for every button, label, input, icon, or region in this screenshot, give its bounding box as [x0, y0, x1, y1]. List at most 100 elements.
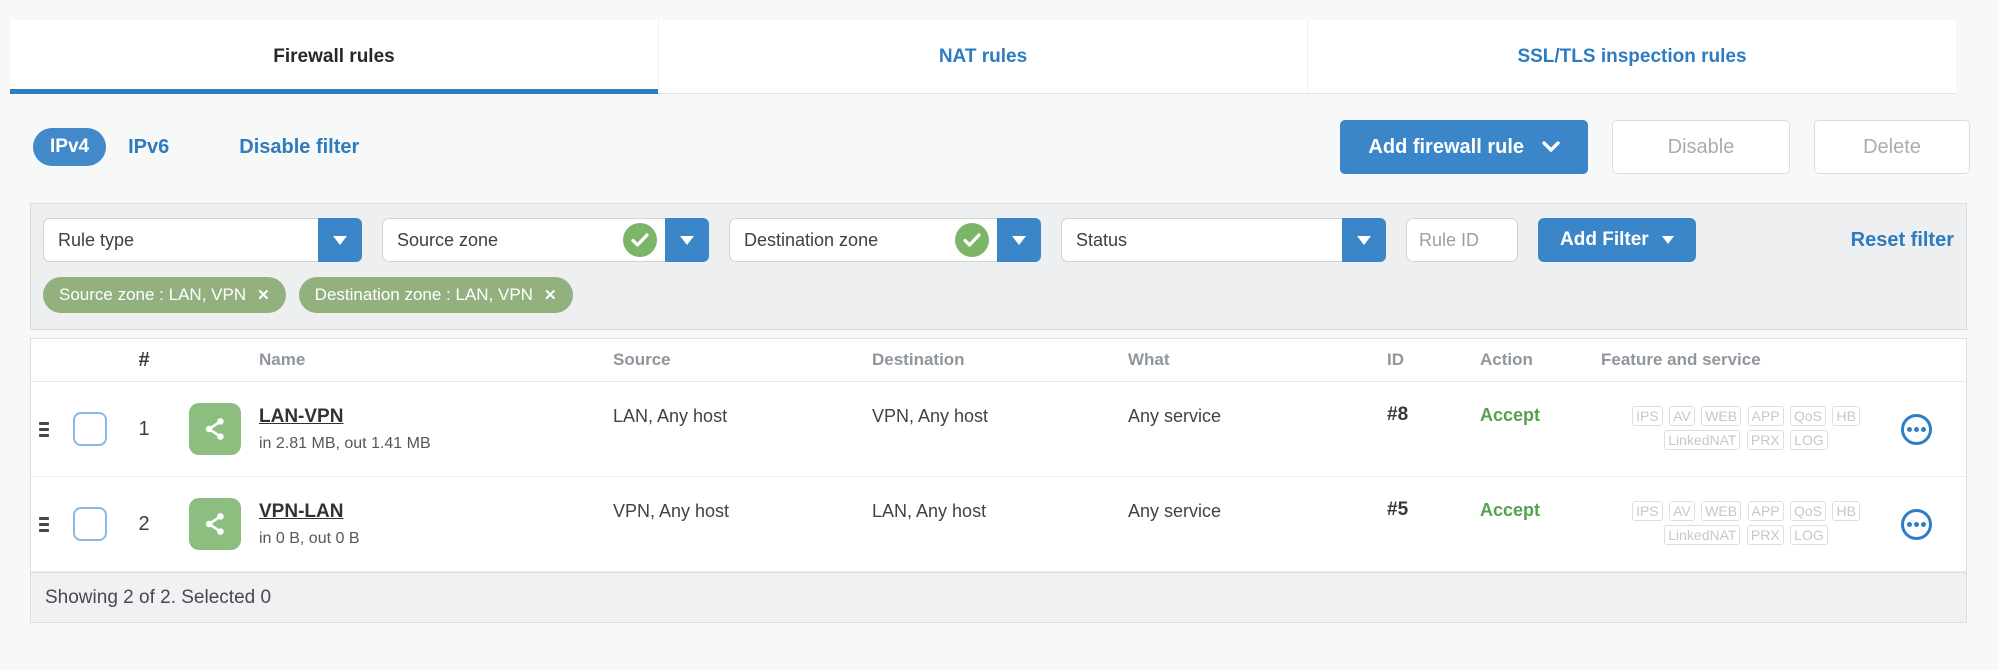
feature-badges: IPS AV WEB APP QoS HB LinkedNAT PRX LOG — [1620, 500, 1872, 548]
filter-panel: Rule type Source zone Destination zone S… — [30, 203, 1967, 330]
status-dropdown-label: Status — [1076, 229, 1128, 250]
rule-id-input[interactable] — [1406, 218, 1518, 262]
badge-hb: HB — [1832, 406, 1860, 426]
disable-filter-link[interactable]: Disable filter — [239, 136, 359, 159]
header-what: What — [1128, 350, 1170, 369]
badge-qos: QoS — [1790, 501, 1827, 521]
rule-id-value: #8 — [1387, 404, 1409, 425]
rule-action-status: Accept — [1480, 405, 1541, 425]
badge-app: APP — [1747, 501, 1784, 521]
badge-app: APP — [1747, 406, 1784, 426]
add-firewall-rule-label: Add firewall rule — [1368, 135, 1524, 158]
drag-handle-icon[interactable] — [31, 477, 65, 571]
caret-down-icon — [1661, 236, 1674, 244]
table-header-row: # Name Source Destination What ID Action… — [31, 339, 1966, 382]
status-dropdown[interactable]: Status — [1061, 218, 1386, 262]
rule-name-link[interactable]: LAN-VPN — [259, 406, 343, 428]
row-number: 2 — [138, 512, 150, 535]
filter-chip-label: Destination zone : LAN, VPN — [314, 285, 533, 304]
badge-web: WEB — [1701, 406, 1742, 426]
rule-type-dropdown-label: Rule type — [58, 229, 135, 250]
rule-what: Any service — [1128, 501, 1222, 521]
tab-nat-rules[interactable]: NAT rules — [658, 20, 1307, 93]
table-row: 2 VPN-LAN in 0 B, out 0 B VPN, Any host … — [31, 477, 1966, 572]
caret-down-icon[interactable] — [997, 218, 1041, 262]
chevron-down-icon — [1542, 136, 1560, 159]
caret-down-icon[interactable] — [1342, 218, 1386, 262]
rule-id-value: #5 — [1387, 499, 1409, 520]
table-footer-summary: Showing 2 of 2. Selected 0 — [31, 572, 1966, 622]
delete-button[interactable]: Delete — [1814, 120, 1970, 174]
row-checkbox[interactable] — [73, 507, 107, 541]
add-firewall-rule-button[interactable]: Add firewall rule — [1340, 120, 1588, 174]
reset-filter-link[interactable]: Reset filter — [1851, 229, 1954, 252]
destination-zone-dropdown-label: Destination zone — [744, 229, 879, 250]
firewall-console-page: Firewall rules NAT rules SSL/TLS inspect… — [0, 0, 1999, 670]
filter-chip-source-zone: Source zone : LAN, VPN ✕ — [43, 277, 286, 313]
row-checkbox[interactable] — [73, 412, 107, 446]
rule-name-cell: LAN-VPN in 2.81 MB, out 1.41 MB — [189, 382, 613, 476]
rule-traffic-stats: in 2.81 MB, out 1.41 MB — [259, 434, 431, 452]
badge-linkednat: LinkedNAT — [1664, 525, 1741, 545]
add-filter-button[interactable]: Add Filter — [1538, 218, 1696, 262]
rule-source: LAN, Any host — [613, 406, 728, 426]
firewall-rules-table: # Name Source Destination What ID Action… — [30, 338, 1967, 623]
ipv6-toggle[interactable]: IPv6 — [128, 136, 169, 159]
destination-zone-dropdown[interactable]: Destination zone — [729, 218, 1041, 262]
more-options-icon[interactable] — [1901, 508, 1932, 540]
header-number: # — [138, 348, 150, 371]
source-zone-dropdown[interactable]: Source zone — [382, 218, 709, 262]
filter-row: Rule type Source zone Destination zone S… — [43, 218, 1954, 262]
rule-traffic-stats: in 0 B, out 0 B — [259, 529, 360, 547]
close-icon[interactable]: ✕ — [544, 288, 557, 303]
header-name: Name — [259, 350, 306, 369]
caret-down-icon[interactable] — [318, 218, 362, 262]
header-feature-and-service: Feature and service — [1601, 350, 1761, 369]
header-action: Action — [1480, 350, 1533, 369]
badge-ips: IPS — [1632, 406, 1663, 426]
badge-web: WEB — [1701, 501, 1742, 521]
feature-and-service-cell: IPS AV WEB APP QoS HB LinkedNAT PRX LOG — [1601, 477, 1966, 571]
rules-tab-bar: Firewall rules NAT rules SSL/TLS inspect… — [10, 20, 1956, 94]
badge-hb: HB — [1832, 501, 1860, 521]
filter-chip-destination-zone: Destination zone : LAN, VPN ✕ — [298, 277, 573, 313]
tab-ssl-tls-inspection-rules[interactable]: SSL/TLS inspection rules — [1307, 20, 1956, 93]
check-icon — [623, 223, 657, 257]
badge-qos: QoS — [1790, 406, 1827, 426]
disable-button[interactable]: Disable — [1612, 120, 1790, 174]
add-filter-label: Add Filter — [1560, 229, 1649, 250]
row-number: 1 — [138, 417, 150, 440]
close-icon[interactable]: ✕ — [257, 288, 270, 303]
table-row: 1 LAN-VPN in 2.81 MB, out 1.41 MB LAN, A… — [31, 382, 1966, 477]
active-filter-chips: Source zone : LAN, VPN ✕ Destination zon… — [43, 277, 1954, 313]
feature-badges: IPS AV WEB APP QoS HB LinkedNAT PRX LOG — [1620, 405, 1872, 453]
badge-prx: PRX — [1746, 430, 1784, 450]
caret-down-icon[interactable] — [665, 218, 709, 262]
rule-type-dropdown[interactable]: Rule type — [43, 218, 362, 262]
rule-action-status: Accept — [1480, 500, 1541, 520]
badge-log: LOG — [1790, 430, 1828, 450]
more-options-icon[interactable] — [1901, 413, 1932, 445]
source-zone-dropdown-label: Source zone — [397, 229, 499, 250]
badge-av: AV — [1669, 406, 1695, 426]
badge-ips: IPS — [1632, 501, 1663, 521]
check-icon — [955, 223, 989, 257]
header-source: Source — [613, 350, 671, 369]
badge-linkednat: LinkedNAT — [1664, 430, 1741, 450]
header-destination: Destination — [872, 350, 965, 369]
badge-prx: PRX — [1746, 525, 1784, 545]
ipv4-toggle[interactable]: IPv4 — [33, 128, 107, 166]
rule-name-link[interactable]: VPN-LAN — [259, 501, 343, 523]
feature-and-service-cell: IPS AV WEB APP QoS HB LinkedNAT PRX LOG — [1601, 382, 1966, 476]
header-id: ID — [1387, 350, 1404, 369]
rule-destination: LAN, Any host — [872, 501, 987, 521]
share-icon — [189, 498, 241, 550]
badge-log: LOG — [1790, 525, 1828, 545]
rule-destination: VPN, Any host — [872, 406, 989, 426]
share-icon — [189, 403, 241, 455]
rule-source: VPN, Any host — [613, 501, 730, 521]
drag-handle-icon[interactable] — [31, 382, 65, 476]
filter-chip-label: Source zone : LAN, VPN — [59, 285, 247, 304]
tab-firewall-rules[interactable]: Firewall rules — [10, 20, 658, 94]
rule-what: Any service — [1128, 406, 1222, 426]
